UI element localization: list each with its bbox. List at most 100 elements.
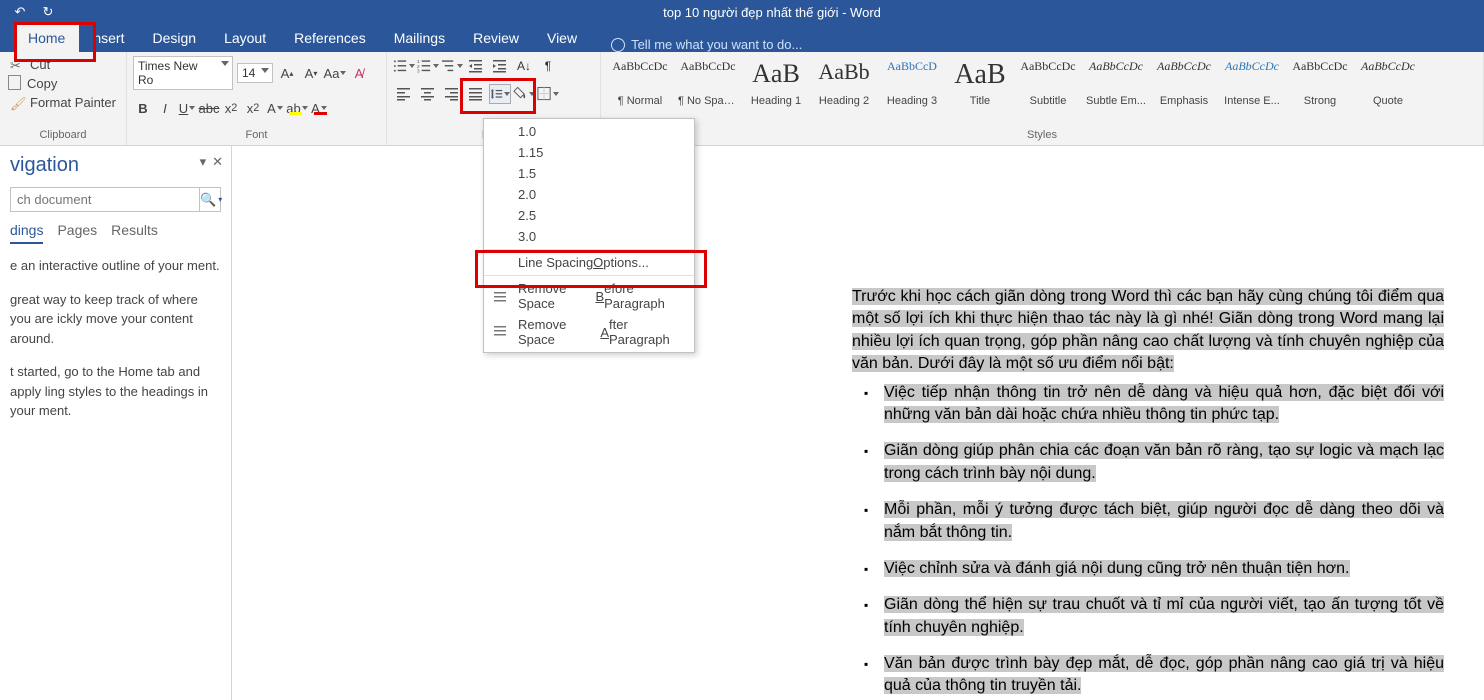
- remove-space-after[interactable]: Remove Space After Paragraph: [484, 314, 694, 350]
- nav-tab-headings[interactable]: dings: [10, 222, 43, 244]
- style-item[interactable]: AaBbCcDcSubtle Em...: [1083, 56, 1149, 112]
- nav-tabs: dings Pages Results: [10, 222, 221, 244]
- window-title: top 10 người đẹp nhất thế giới - Word: [60, 5, 1484, 20]
- align-left-button[interactable]: [393, 84, 415, 104]
- spacing-1-0[interactable]: 1.0: [484, 121, 694, 142]
- tab-home[interactable]: Home: [14, 22, 79, 52]
- style-label: Heading 2: [814, 95, 874, 107]
- show-hide-button[interactable]: ¶: [537, 56, 559, 76]
- line-spacing-options[interactable]: Line Spacing Options...: [484, 252, 694, 273]
- remove-space-before[interactable]: Remove Space Before Paragraph: [484, 278, 694, 314]
- group-styles: AaBbCcDc¶ NormalAaBbCcDc¶ No Spac...AaBH…: [601, 52, 1484, 145]
- spacing-2-0[interactable]: 2.0: [484, 184, 694, 205]
- borders-button[interactable]: [537, 84, 559, 104]
- spacing-1-5[interactable]: 1.5: [484, 163, 694, 184]
- sort-button[interactable]: A↓: [513, 56, 535, 76]
- undo-icon[interactable]: ↶: [8, 2, 32, 22]
- style-preview: AaBbCcDc: [612, 59, 667, 74]
- bullet-text: Giãn dòng giúp phân chia các đoạn văn bả…: [884, 442, 1444, 481]
- tab-references[interactable]: References: [280, 24, 380, 52]
- style-item[interactable]: AaBbCcDcSubtitle: [1015, 56, 1081, 112]
- align-right-icon: [444, 86, 460, 102]
- bulb-icon: [611, 38, 625, 52]
- style-preview: AaBb: [818, 59, 869, 85]
- cut-button[interactable]: ✂Cut: [6, 56, 120, 73]
- line-spacing-icon: [490, 86, 503, 102]
- spacing-1-15[interactable]: 1.15: [484, 142, 694, 163]
- spacing-2-5[interactable]: 2.5: [484, 205, 694, 226]
- bullets-button[interactable]: [393, 56, 415, 76]
- chevron-down-icon[interactable]: ▾: [200, 154, 207, 170]
- style-item[interactable]: AaBbCcDcIntense E...: [1219, 56, 1285, 112]
- indent-icon: [492, 58, 508, 74]
- style-label: Subtitle: [1018, 95, 1078, 107]
- style-item[interactable]: AaBbCcDHeading 3: [879, 56, 945, 112]
- font-color-button[interactable]: A: [309, 98, 329, 118]
- close-icon[interactable]: ✕: [212, 154, 223, 170]
- tab-layout[interactable]: Layout: [210, 24, 280, 52]
- nav-tab-results[interactable]: Results: [111, 222, 158, 244]
- style-item[interactable]: AaBbCcDc¶ No Spac...: [675, 56, 741, 112]
- navigation-pane: ▾ ✕ vigation 🔍▾ dings Pages Results e an…: [0, 146, 232, 700]
- font-name-combo[interactable]: Times New Ro: [133, 56, 233, 90]
- remove-before-icon: [492, 288, 508, 304]
- clear-format-button[interactable]: A̸: [349, 63, 369, 83]
- bold-button[interactable]: B: [133, 98, 153, 118]
- format-painter-button[interactable]: 🖌Format Painter: [6, 94, 120, 111]
- numbering-button[interactable]: 123: [417, 56, 439, 76]
- style-item[interactable]: AaBb Heading 2: [811, 56, 877, 112]
- line-spacing-menu: 1.0 1.15 1.5 2.0 2.5 3.0 Line Spacing Op…: [483, 118, 695, 353]
- outdent-icon: [468, 58, 484, 74]
- nav-search-input[interactable]: [11, 188, 199, 211]
- copy-button[interactable]: Copy: [6, 75, 120, 92]
- font-size-combo[interactable]: 14: [237, 63, 273, 83]
- grow-font-button[interactable]: A▴: [277, 63, 297, 83]
- shading-button[interactable]: [513, 84, 535, 104]
- style-item[interactable]: AaBHeading 1: [743, 56, 809, 112]
- document-canvas[interactable]: Trước khi học cách giãn dòng trong Word …: [232, 146, 1484, 700]
- subscript-button[interactable]: x2: [221, 98, 241, 118]
- style-item[interactable]: AaBbCcDcStrong: [1287, 56, 1353, 112]
- redo-icon[interactable]: ↻: [36, 2, 60, 22]
- shrink-font-button[interactable]: A▾: [301, 63, 321, 83]
- italic-button[interactable]: I: [155, 98, 175, 118]
- tab-mailings[interactable]: Mailings: [380, 24, 459, 52]
- tab-insert[interactable]: nsert: [79, 24, 138, 52]
- multilevel-button[interactable]: [441, 56, 463, 76]
- nav-tab-pages[interactable]: Pages: [57, 222, 97, 244]
- style-item[interactable]: AaBTitle: [947, 56, 1013, 112]
- chevron-down-icon: [340, 71, 346, 75]
- ribbon-tabs: Home nsert Design Layout References Mail…: [0, 24, 1484, 52]
- justify-button[interactable]: [465, 84, 487, 104]
- tab-review[interactable]: Review: [459, 24, 533, 52]
- menu-separator: [484, 275, 694, 276]
- chevron-down-icon: [529, 92, 535, 96]
- clipboard-group-label: Clipboard: [6, 129, 120, 143]
- line-spacing-button[interactable]: [489, 84, 511, 104]
- change-case-button[interactable]: Aa: [325, 63, 345, 83]
- text-effects-button[interactable]: A: [265, 98, 285, 118]
- tab-view[interactable]: View: [533, 24, 591, 52]
- strike-button[interactable]: abc: [199, 98, 219, 118]
- spacing-3-0[interactable]: 3.0: [484, 226, 694, 247]
- increase-indent-button[interactable]: [489, 56, 511, 76]
- style-preview: AaBbCcDc: [1361, 59, 1415, 74]
- superscript-button[interactable]: x2: [243, 98, 263, 118]
- group-font: Times New Ro 14 A▴ A▾ Aa A̸ B I U abc x2…: [127, 52, 387, 145]
- tell-me-search[interactable]: Tell me what you want to do...: [611, 37, 802, 52]
- align-center-button[interactable]: [417, 84, 439, 104]
- style-item[interactable]: AaBbCcDcEmphasis: [1151, 56, 1217, 112]
- align-right-button[interactable]: [441, 84, 463, 104]
- remove-after-icon: [492, 324, 508, 340]
- style-item[interactable]: AaBbCcDcQuote: [1355, 56, 1421, 112]
- nav-pane-controls: ▾ ✕: [200, 154, 223, 170]
- decrease-indent-button[interactable]: [465, 56, 487, 76]
- search-button[interactable]: 🔍▾: [199, 188, 222, 211]
- underline-button[interactable]: U: [177, 98, 197, 118]
- style-item[interactable]: AaBbCcDc¶ Normal: [607, 56, 673, 112]
- style-preview: AaBbCcDc: [680, 59, 735, 74]
- chevron-down-icon: [409, 64, 415, 68]
- highlight-button[interactable]: ab: [287, 98, 307, 118]
- font-size-value: 14: [242, 66, 255, 80]
- tab-design[interactable]: Design: [138, 24, 210, 52]
